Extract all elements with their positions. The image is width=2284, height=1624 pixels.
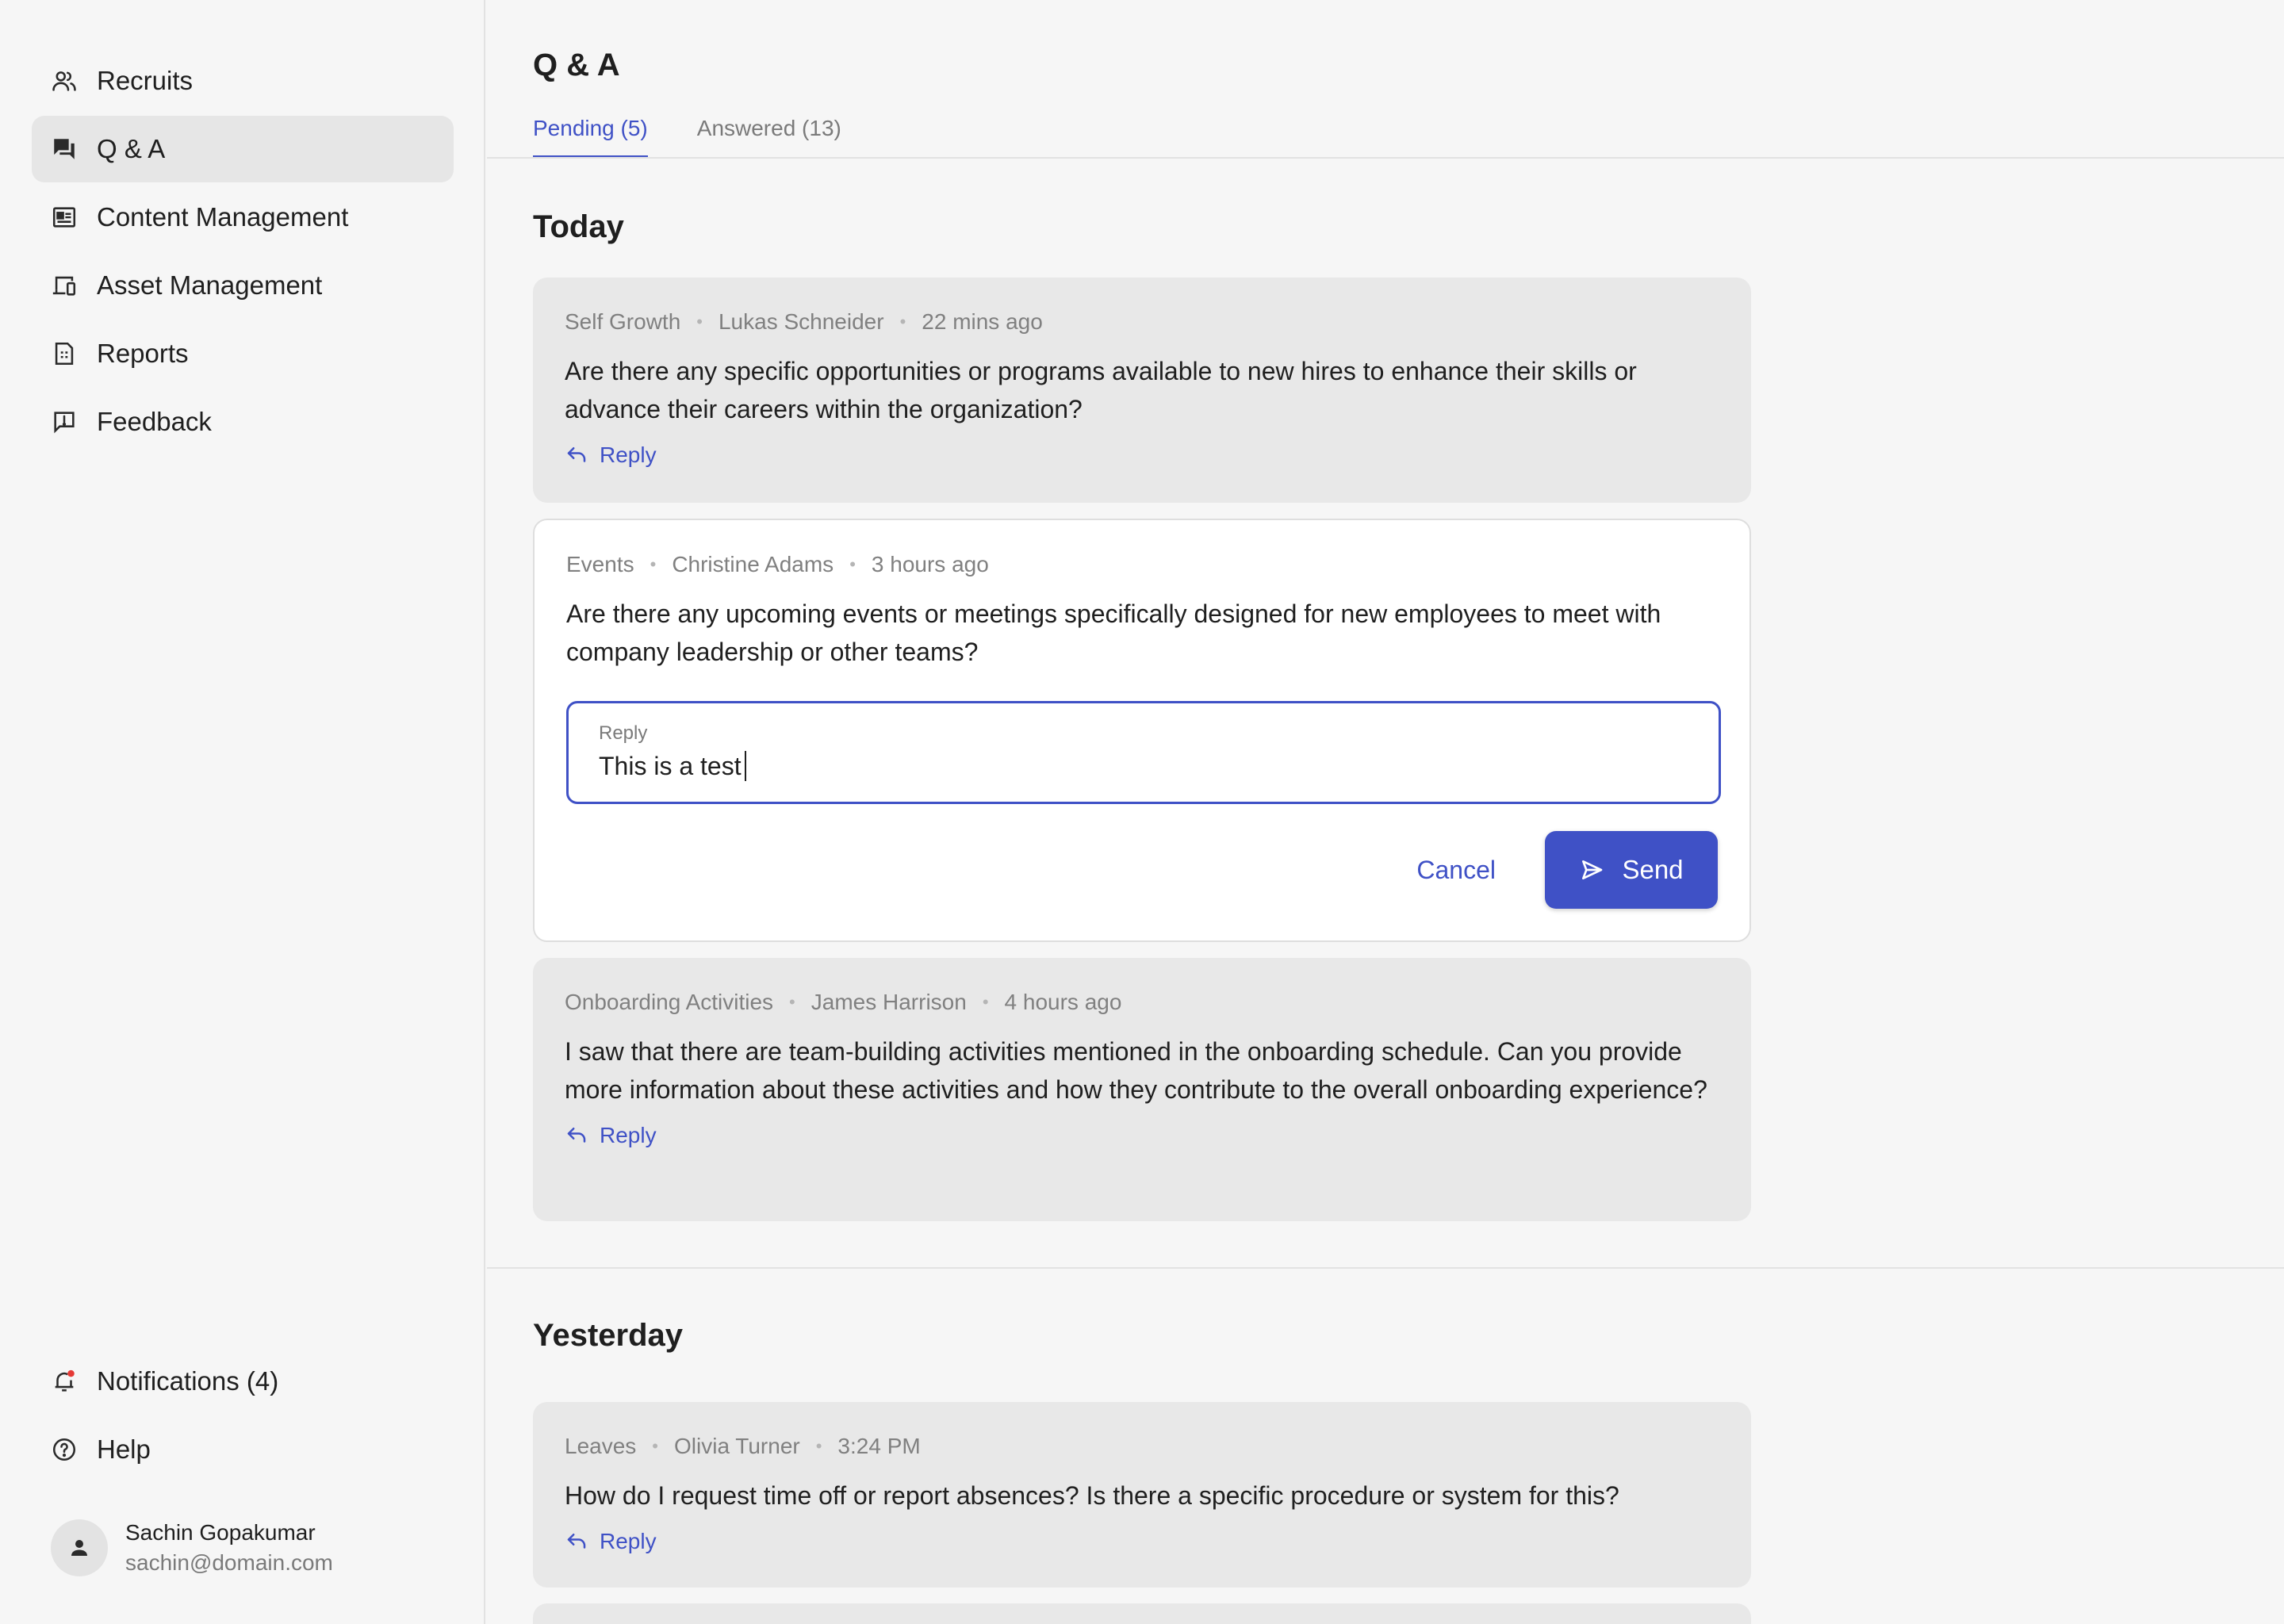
sidebar-item-label: Q & A (97, 134, 166, 163)
reply-actions: Cancel Send (1416, 831, 1718, 909)
question-meta: Onboarding Activities • James Harrison •… (565, 988, 1719, 1017)
separator-dot: • (815, 1436, 822, 1456)
question-card-partial (533, 1603, 1751, 1624)
question-time: 22 mins ago (922, 309, 1043, 334)
reply-label: Reply (600, 1123, 657, 1147)
person-icon (71, 1540, 87, 1556)
question-meta: Self Growth • Lukas Schneider • 22 mins … (565, 308, 1719, 336)
question-text: Are there any specific opportunities or … (565, 357, 1637, 423)
sidebar: Recruits Q & A Content Management Asset … (0, 0, 485, 1624)
question-time: 3:24 PM (837, 1434, 921, 1458)
users-icon (51, 67, 78, 94)
question-category: Self Growth (565, 309, 681, 334)
profile-name: Sachin Gopakumar (125, 1520, 316, 1545)
question-meta: Leaves • Olivia Turner • 3:24 PM (565, 1432, 1719, 1461)
sidebar-item-notifications[interactable]: Notifications (4) (32, 1348, 454, 1415)
send-label: Send (1622, 855, 1684, 884)
newspaper-icon (51, 204, 78, 231)
avatar (51, 1519, 108, 1576)
sidebar-item-asset-management[interactable]: Asset Management (32, 252, 454, 319)
question-text: Are there any upcoming events or meeting… (566, 599, 1661, 666)
feedback-icon (51, 408, 78, 435)
sidebar-item-recruits[interactable]: Recruits (32, 48, 454, 114)
separator-dot: • (696, 312, 703, 331)
reply-icon (567, 447, 586, 462)
help-icon (51, 1436, 78, 1463)
separator-dot: • (650, 554, 657, 574)
reply-input-text: This is a test (599, 751, 742, 780)
question-card: Onboarding Activities • James Harrison •… (533, 958, 1751, 1221)
bell-icon (51, 1368, 78, 1395)
question-time: 4 hours ago (1004, 990, 1122, 1014)
reply-button[interactable]: Reply (565, 442, 657, 468)
tabs-divider (487, 157, 2284, 159)
reply-icon (567, 1128, 586, 1143)
chat-icon (51, 136, 78, 163)
sidebar-item-label: Reports (97, 339, 189, 368)
question-meta: Events • Christine Adams • 3 hours ago (566, 550, 1718, 579)
profile-email: sachin@domain.com (125, 1550, 333, 1575)
sidebar-item-feedback[interactable]: Feedback (32, 389, 454, 455)
reply-button[interactable]: Reply (565, 1123, 657, 1148)
section-divider (487, 1267, 2284, 1269)
tab-answered[interactable]: Answered (13) (697, 116, 841, 158)
sidebar-item-help[interactable]: Help (32, 1416, 454, 1483)
sidebar-item-label: Help (97, 1434, 151, 1464)
question-text: I saw that there are team-building activ… (565, 1037, 1707, 1104)
question-category: Events (566, 552, 634, 576)
send-icon (1582, 860, 1603, 879)
reply-icon (567, 1534, 586, 1549)
reply-label: Reply (600, 1529, 657, 1553)
question-card-replying: Events • Christine Adams • 3 hours ago A… (533, 519, 1751, 942)
question-author: Olivia Turner (674, 1434, 800, 1458)
section-title-yesterday: Yesterday (533, 1318, 684, 1353)
sidebar-item-content-management[interactable]: Content Management (32, 184, 454, 251)
question-author: Lukas Schneider (718, 309, 884, 334)
separator-dot: • (849, 554, 856, 574)
separator-dot: • (899, 312, 906, 331)
sidebar-item-qa[interactable]: Q & A (32, 116, 454, 182)
question-author: Christine Adams (672, 552, 834, 576)
send-button[interactable]: Send (1545, 831, 1718, 909)
question-card: Self Growth • Lukas Schneider • 22 mins … (533, 278, 1751, 503)
sidebar-item-label: Recruits (97, 66, 194, 95)
page-title: Q & A (533, 48, 620, 82)
sidebar-item-label: Content Management (97, 202, 349, 232)
question-text: How do I request time off or report abse… (565, 1481, 1619, 1510)
reply-input-value[interactable]: This is a test (599, 751, 1688, 781)
tabs: Pending (5) Answered (13) (533, 116, 891, 158)
profile-info: Sachin Gopakumar sachin@domain.com (125, 1518, 333, 1578)
question-card: Leaves • Olivia Turner • 3:24 PM How do … (533, 1402, 1751, 1588)
user-profile[interactable]: Sachin Gopakumar sachin@domain.com (51, 1518, 333, 1578)
sidebar-bottom-nav: Notifications (4) Help (32, 1348, 454, 1484)
cancel-button[interactable]: Cancel (1416, 856, 1496, 885)
separator-dot: • (982, 992, 989, 1012)
reply-input-label: Reply (599, 722, 648, 744)
sidebar-item-label: Feedback (97, 407, 212, 436)
reply-label: Reply (600, 442, 657, 467)
question-category: Onboarding Activities (565, 990, 774, 1014)
sidebar-item-reports[interactable]: Reports (32, 320, 454, 387)
section-title-today: Today (533, 209, 624, 244)
report-icon (51, 340, 78, 367)
question-author: James Harrison (811, 990, 967, 1014)
reply-input[interactable]: Reply This is a test (566, 701, 1721, 804)
tab-pending[interactable]: Pending (5) (533, 116, 648, 158)
sidebar-nav: Recruits Q & A Content Management Asset … (32, 48, 454, 457)
devices-icon (51, 272, 78, 299)
separator-dot: • (789, 992, 795, 1012)
question-time: 3 hours ago (871, 552, 989, 576)
separator-dot: • (652, 1436, 658, 1456)
reply-button[interactable]: Reply (565, 1529, 657, 1554)
text-cursor (744, 751, 746, 781)
sidebar-item-label: Asset Management (97, 270, 323, 300)
main-content: Q & A Pending (5) Answered (13) Today Se… (487, 0, 2284, 1624)
question-category: Leaves (565, 1434, 637, 1458)
sidebar-item-label: Notifications (4) (97, 1366, 279, 1396)
